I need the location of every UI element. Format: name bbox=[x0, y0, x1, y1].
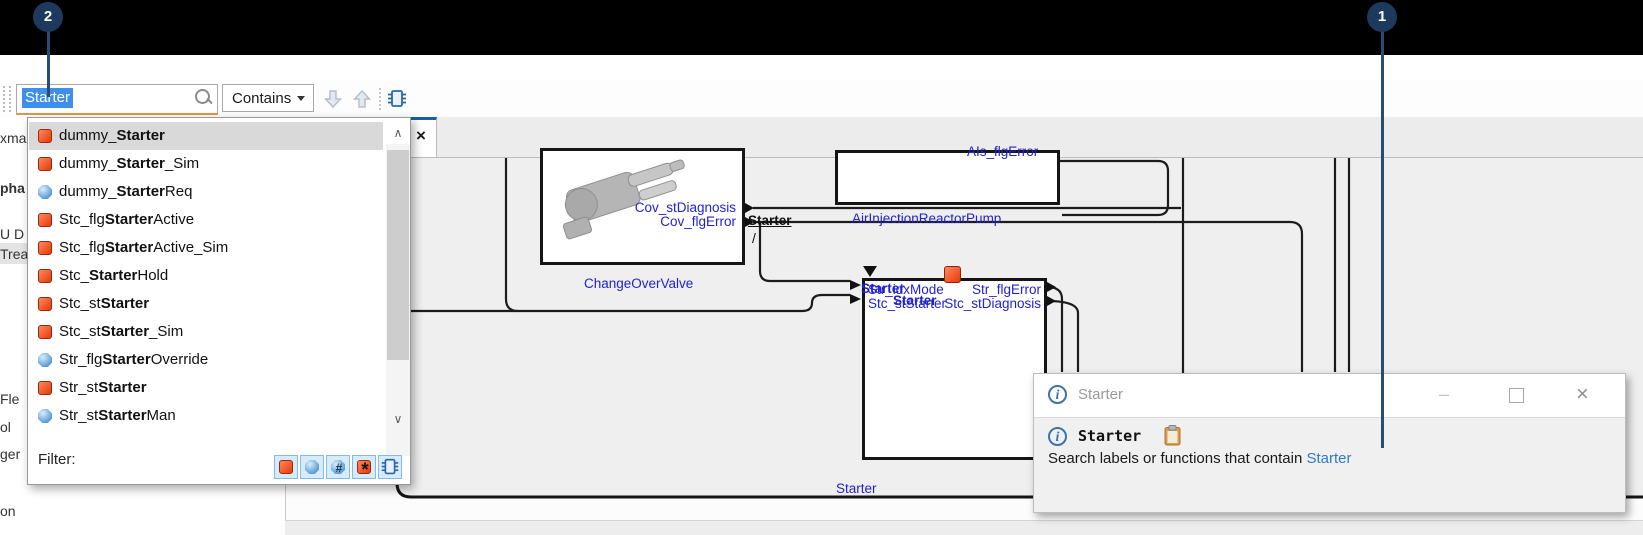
signal-icon bbox=[305, 460, 319, 474]
signal-icon bbox=[38, 353, 52, 367]
filter-signals-button[interactable] bbox=[300, 455, 324, 479]
maximize-button[interactable] bbox=[1509, 388, 1524, 403]
block-label-starter[interactable]: Starter bbox=[836, 481, 877, 496]
message-icon bbox=[38, 157, 52, 171]
block-changeovervalve[interactable]: Cov_stDiagnosis Cov_flgError bbox=[540, 148, 745, 265]
message-icon bbox=[38, 213, 52, 227]
callout-line-1 bbox=[1381, 30, 1384, 448]
selection-marker-icon bbox=[944, 266, 961, 283]
tooltip-term: Starter bbox=[1078, 427, 1141, 445]
port-label: Cov_stDiagnosis bbox=[635, 200, 736, 215]
message-icon bbox=[38, 269, 52, 283]
tooltip-term-link[interactable]: Starter bbox=[1307, 450, 1352, 467]
tooltip-window: i Starter – × i Starter Search labels or… bbox=[1033, 373, 1626, 513]
result-item[interactable]: Stc_stStarter bbox=[29, 290, 383, 318]
tooltip-titlebar[interactable]: i Starter – × bbox=[1034, 374, 1625, 418]
port-label: Str_flgError bbox=[972, 282, 1041, 297]
result-item[interactable]: Str_flgStarterOverride bbox=[29, 346, 383, 374]
callout-line-2 bbox=[47, 30, 50, 97]
callout-badge-1: 1 bbox=[1367, 2, 1397, 32]
callout-badge-2: 2 bbox=[33, 2, 63, 32]
result-item[interactable]: dummy_Starter_Sim bbox=[29, 150, 383, 178]
block-label-airinjectionreactorpump[interactable]: AirInjectionReactorPump bbox=[852, 211, 1001, 226]
tooltip-description: Search labels or functions that contain … bbox=[1048, 450, 1352, 467]
search-results-dropdown: dummy_Starter dummy_Starter_Sim dummy_St… bbox=[27, 117, 411, 485]
close-button[interactable]: × bbox=[1576, 381, 1589, 407]
filter-messages-button[interactable] bbox=[274, 455, 298, 479]
filter-parameters-button[interactable]: * bbox=[352, 455, 376, 479]
result-item[interactable]: Stc_flgStarterActive_Sim bbox=[29, 234, 383, 262]
tooltip-title: Starter bbox=[1078, 386, 1123, 403]
info-icon: i bbox=[1048, 385, 1067, 404]
chip-icon bbox=[379, 456, 401, 478]
message-icon bbox=[38, 381, 52, 395]
port-label: Cov_flgError bbox=[660, 214, 736, 229]
signal-icon bbox=[38, 409, 52, 423]
result-item[interactable]: Str_stStarterMan bbox=[29, 402, 383, 430]
message-icon bbox=[38, 129, 52, 143]
message-icon bbox=[279, 460, 293, 474]
wire-label-starter[interactable]: Starter bbox=[748, 213, 792, 228]
block-label-changeovervalve[interactable]: ChangeOverValve bbox=[584, 276, 693, 291]
application-window: Starter Contains xma pha U D Trea Fle ol… bbox=[0, 0, 1643, 535]
tooltip-description-text: Search labels or functions that contain bbox=[1048, 450, 1307, 467]
port-label: Stc_stDiagnosis bbox=[944, 296, 1041, 311]
result-item[interactable]: dummy_Starter bbox=[29, 122, 383, 150]
message-icon bbox=[38, 325, 52, 339]
search-hit-overlay: Starter bbox=[893, 293, 937, 308]
minimize-button[interactable]: – bbox=[1439, 384, 1449, 405]
scroll-up-icon[interactable]: ∧ bbox=[386, 122, 410, 144]
filter-constants-button[interactable]: # bbox=[326, 455, 350, 479]
scroll-down-icon[interactable]: ∨ bbox=[386, 408, 410, 430]
wire-slash-label: / bbox=[752, 230, 756, 246]
scrollbar-thumb[interactable] bbox=[387, 150, 409, 360]
message-icon bbox=[38, 297, 52, 311]
clipboard-icon[interactable] bbox=[1164, 425, 1181, 446]
filter-components-button[interactable] bbox=[378, 455, 402, 479]
block-starter[interactable]: Str_idxMode Str_flgError Stc_stStarter S… bbox=[862, 278, 1047, 460]
message-icon bbox=[38, 241, 52, 255]
result-item[interactable]: Stc_stStarter_Sim bbox=[29, 318, 383, 346]
port-label: AIs_flgError bbox=[967, 144, 1038, 159]
signal-icon bbox=[38, 185, 52, 199]
result-item[interactable]: dummy_StarterReq bbox=[29, 178, 383, 206]
result-item[interactable]: Stc_StarterHold bbox=[29, 262, 383, 290]
info-icon: i bbox=[1048, 427, 1067, 446]
filter-label: Filter: bbox=[38, 451, 76, 468]
result-item[interactable]: Str_stStarter bbox=[29, 374, 383, 402]
result-item[interactable]: Stc_flgStarterActive bbox=[29, 206, 383, 234]
